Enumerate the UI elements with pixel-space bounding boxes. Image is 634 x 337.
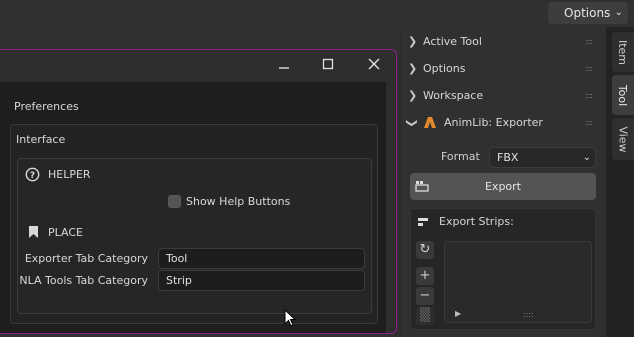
window-titlebar: [0, 50, 396, 82]
show-help-buttons-checkbox[interactable]: [168, 195, 181, 208]
chevron-down-icon: ⌄: [614, 7, 623, 18]
panel-options[interactable]: ❯ Options ::::: [408, 58, 600, 78]
exporter-tab-category-row: Exporter Tab Category Tool: [18, 248, 365, 269]
exporter-tab-category-label: Exporter Tab Category: [24, 252, 148, 265]
broom-icon: ▒: [420, 308, 430, 323]
panel-workspace-label: Workspace: [423, 88, 484, 102]
bookmark-icon: [29, 226, 38, 238]
preferences-window: Preferences Interface ? HELPER Show Help…: [0, 49, 397, 334]
drag-grip-icon[interactable]: ::::: [585, 37, 593, 46]
close-button[interactable]: [363, 56, 385, 76]
minimize-button[interactable]: [273, 56, 295, 76]
panel-workspace[interactable]: ❯ Workspace ::::: [408, 85, 600, 105]
place-label: PLACE: [48, 225, 83, 239]
window-body: Preferences Interface ? HELPER Show Help…: [0, 82, 386, 333]
options-dropdown[interactable]: Options ⌄: [548, 2, 628, 24]
tab-item-label: Item: [616, 39, 630, 65]
export-icon: [415, 181, 429, 192]
export-strips-list[interactable]: ▶ ::::: [444, 241, 592, 323]
plus-icon: +: [419, 268, 431, 283]
preferences-title: Preferences: [14, 100, 79, 113]
clear-button[interactable]: ▒: [416, 307, 434, 325]
panel-active-tool[interactable]: ❯ Active Tool ::::: [408, 31, 600, 51]
nla-tools-tab-category-input[interactable]: Strip: [158, 270, 365, 291]
chevron-down-icon: ❯: [405, 118, 419, 128]
mouse-cursor-icon: [284, 309, 297, 327]
chevron-right-icon: ❯: [408, 34, 418, 48]
panel-options-label: Options: [423, 61, 466, 75]
drag-grip-icon[interactable]: ::::: [585, 91, 593, 100]
svg-text:?: ?: [30, 171, 35, 181]
nla-tools-tab-category-row: NLA Tools Tab Category Strip: [18, 270, 365, 291]
triangle-right-icon: ▶: [455, 309, 462, 318]
chevron-down-icon: ⌄: [582, 152, 591, 163]
exporter-tab-category-input[interactable]: Tool: [158, 248, 365, 269]
resize-grip-icon[interactable]: ::::: [523, 310, 534, 319]
nla-tools-tab-category-label: NLA Tools Tab Category: [19, 274, 148, 287]
helper-section-header: ? HELPER: [25, 167, 91, 182]
place-section-header: PLACE: [28, 225, 83, 239]
drag-grip-icon[interactable]: ::::: [585, 118, 593, 127]
export-label: Export: [484, 180, 521, 193]
close-icon: [368, 58, 380, 70]
maximize-icon: [322, 58, 334, 70]
export-strips-header: Export Strips:: [417, 215, 514, 228]
strips-icon: [418, 217, 428, 226]
show-help-buttons-row[interactable]: Show Help Buttons: [168, 195, 290, 208]
minus-icon: −: [419, 288, 431, 303]
panel-animlib-exporter-label: AnimLib: Exporter: [444, 115, 543, 129]
chevron-right-icon: ❯: [408, 88, 418, 102]
remove-button[interactable]: −: [416, 287, 434, 305]
export-strips-panel: Export Strips: ↻ + − ▒ ▶ ::::: [410, 208, 596, 330]
format-select[interactable]: FBX ⌄: [489, 147, 596, 168]
add-button[interactable]: +: [416, 267, 434, 285]
export-button[interactable]: Export: [410, 173, 596, 200]
tab-view[interactable]: View: [612, 118, 634, 160]
minimize-icon: [279, 67, 289, 69]
refresh-button[interactable]: ↻: [416, 241, 434, 259]
panel-animlib-exporter[interactable]: ❯ AnimLib: Exporter ::::: [405, 112, 600, 132]
show-help-buttons-label: Show Help Buttons: [186, 195, 291, 208]
helper-label: HELPER: [48, 168, 91, 181]
sidebar-tabs: Item Tool View: [606, 27, 634, 337]
help-icon: ?: [25, 167, 40, 182]
tab-tool[interactable]: Tool: [612, 75, 634, 115]
format-value: FBX: [497, 151, 519, 164]
options-label: Options: [564, 6, 611, 20]
tab-view-label: View: [616, 125, 630, 153]
tab-tool-label: Tool: [616, 84, 630, 106]
maximize-button[interactable]: [317, 56, 339, 76]
interface-panel: Interface ? HELPER Show Help Buttons PLA…: [10, 124, 378, 324]
refresh-icon: ↻: [419, 242, 431, 257]
animlib-logo-icon: [424, 116, 436, 128]
panel-active-tool-label: Active Tool: [423, 34, 482, 48]
format-label: Format: [441, 150, 480, 163]
chevron-right-icon: ❯: [408, 61, 418, 75]
tab-item[interactable]: Item: [612, 32, 634, 72]
interface-panel-title: Interface: [16, 133, 66, 146]
export-strips-label: Export Strips:: [439, 215, 514, 228]
drag-grip-icon[interactable]: ::::: [585, 64, 593, 73]
interface-subpanel: ? HELPER Show Help Buttons PLACE Exporte…: [17, 158, 372, 314]
